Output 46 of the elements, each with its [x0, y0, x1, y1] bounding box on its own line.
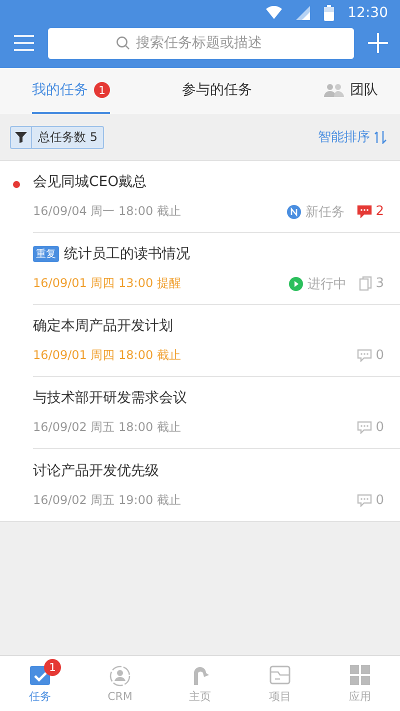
- repeat-tag: 重复: [33, 246, 59, 262]
- task-title[interactable]: 会见同城CEO戴总: [33, 172, 147, 190]
- document-icon: [358, 276, 372, 291]
- wifi-icon: [266, 6, 282, 20]
- task-title[interactable]: 统计员工的读书情况: [64, 244, 190, 262]
- task-date: 16/09/02 周五 19:00 截止: [33, 492, 181, 508]
- task-date: 16/09/04 周一 18:00 截止: [33, 203, 181, 220]
- nav-tab[interactable]: 任务 1: [0, 656, 80, 711]
- search-icon: [116, 36, 130, 50]
- people-icon: [324, 83, 344, 97]
- task-count: 3: [376, 276, 384, 291]
- play-icon: [288, 276, 303, 290]
- task-title[interactable]: 讨论产品开发优先级: [33, 462, 159, 480]
- comment-icon: [356, 421, 372, 434]
- battery-icon: [324, 5, 334, 21]
- menu-icon[interactable]: [14, 35, 34, 51]
- tab[interactable]: 我的任务 1: [32, 68, 110, 114]
- comment-icon: [356, 349, 372, 362]
- task-date: 16/09/02 周五 18:00 截止: [33, 419, 181, 436]
- task-title[interactable]: 确定本周产品开发计划: [33, 317, 173, 335]
- clock-time: 12:30: [348, 5, 388, 21]
- count-badge: 1: [94, 82, 110, 98]
- task-count: 0: [376, 492, 384, 508]
- filter-button[interactable]: 总任务数 5: [10, 126, 104, 148]
- signal-icon: [296, 6, 310, 20]
- search-field[interactable]: 搜索任务标题或描述: [48, 28, 354, 58]
- task-count: 0: [376, 420, 384, 435]
- add-icon[interactable]: [368, 33, 388, 53]
- count-badge: 1: [44, 659, 61, 676]
- task-date: 16/09/01 周四 13:00 提醒: [33, 275, 181, 292]
- task-status: 进行中: [308, 276, 347, 292]
- task-status: 新任务: [306, 204, 345, 220]
- info-dot-icon: [286, 204, 301, 218]
- task-date: 16/09/01 周四 18:00 截止: [33, 347, 181, 364]
- task-count: 0: [376, 348, 384, 363]
- comment-icon: [356, 494, 372, 506]
- folder-window-icon: [269, 664, 291, 686]
- filter-icon: [15, 131, 27, 143]
- tab[interactable]: 团队: [324, 68, 378, 114]
- task-title[interactable]: 与技术部开研发需求会议: [33, 389, 187, 407]
- person-circle-icon: [109, 664, 131, 686]
- sort-icon: [374, 130, 388, 144]
- grid-icon: [349, 664, 371, 686]
- task-count: 2: [376, 204, 384, 219]
- tab[interactable]: 参与的任务: [182, 68, 252, 114]
- comment-icon: [356, 205, 372, 218]
